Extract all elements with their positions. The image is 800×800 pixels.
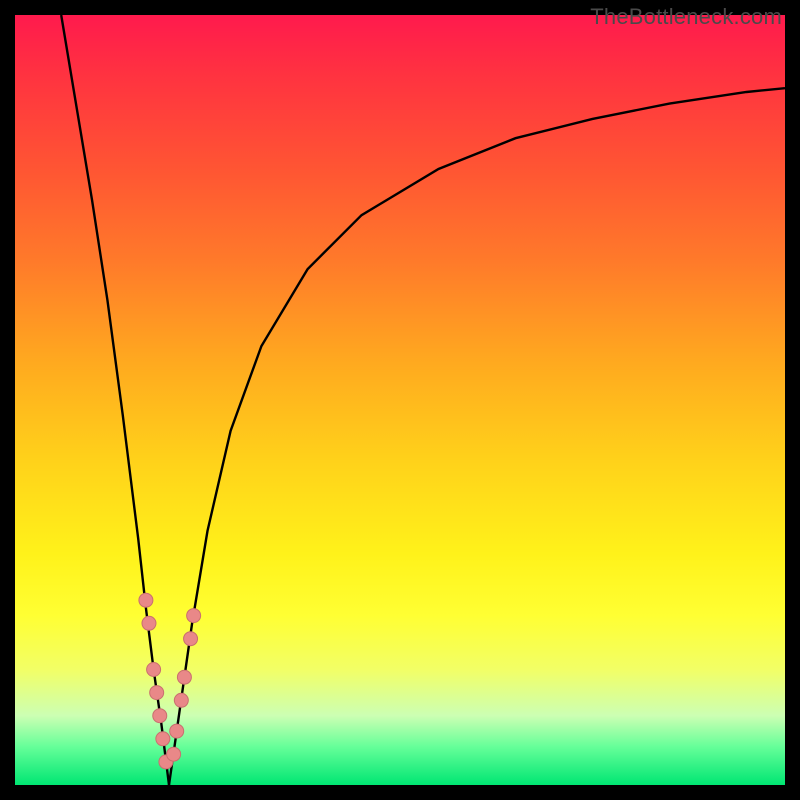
data-marker xyxy=(153,709,167,723)
data-marker xyxy=(187,609,201,623)
data-marker xyxy=(156,732,170,746)
data-marker xyxy=(184,632,198,646)
plot-area xyxy=(15,15,785,785)
data-marker xyxy=(170,724,184,738)
data-marker xyxy=(142,616,156,630)
curve-right-branch xyxy=(169,88,785,785)
data-marker xyxy=(177,670,191,684)
data-marker xyxy=(139,593,153,607)
data-marker xyxy=(167,747,181,761)
data-marker xyxy=(150,686,164,700)
chart-svg xyxy=(15,15,785,785)
watermark-text: TheBottleneck.com xyxy=(590,4,782,30)
data-markers xyxy=(139,593,201,769)
chart-stage: TheBottleneck.com xyxy=(0,0,800,800)
data-marker xyxy=(174,693,188,707)
data-marker xyxy=(147,663,161,677)
